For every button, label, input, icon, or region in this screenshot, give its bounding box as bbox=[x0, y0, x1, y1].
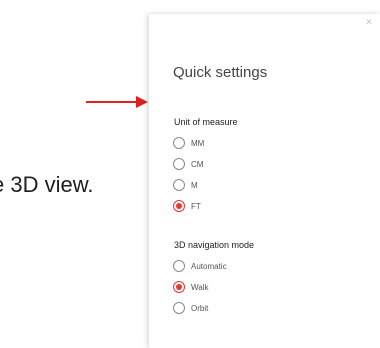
nav-option-automatic[interactable]: Automatic bbox=[173, 258, 227, 274]
radio-label: M bbox=[191, 180, 198, 190]
quick-settings-panel: ✕ Quick settings Unit of measure MM CM M… bbox=[149, 14, 380, 348]
radio-label: Walk bbox=[191, 282, 209, 292]
unit-option-mm[interactable]: MM bbox=[173, 135, 204, 151]
radio-label: Automatic bbox=[191, 261, 227, 271]
radio-label: CM bbox=[191, 159, 204, 169]
nav-option-orbit[interactable]: Orbit bbox=[173, 300, 208, 316]
radio-button[interactable] bbox=[173, 260, 185, 272]
panel-title: Quick settings bbox=[173, 64, 268, 81]
unit-of-measure-heading: Unit of measure bbox=[174, 117, 238, 127]
radio-button-selected[interactable] bbox=[173, 281, 185, 293]
pointer-arrow-line bbox=[86, 101, 138, 103]
radio-button[interactable] bbox=[173, 137, 185, 149]
radio-label: Orbit bbox=[191, 303, 209, 313]
unit-option-cm[interactable]: CM bbox=[173, 156, 203, 172]
radio-label: MM bbox=[191, 138, 205, 148]
unit-option-ft[interactable]: FT bbox=[173, 198, 201, 214]
nav-option-walk[interactable]: Walk bbox=[173, 279, 208, 295]
radio-button-selected[interactable] bbox=[173, 200, 185, 212]
radio-button[interactable] bbox=[173, 158, 185, 170]
body-text-fragment: e 3D view. bbox=[0, 172, 94, 197]
radio-button[interactable] bbox=[173, 179, 185, 191]
screenshot-stage: e 3D view. ✕ Quick settings Unit of meas… bbox=[0, 0, 380, 348]
radio-button[interactable] bbox=[173, 302, 185, 314]
close-icon[interactable]: ✕ bbox=[364, 18, 374, 28]
navigation-mode-heading: 3D navigation mode bbox=[174, 240, 255, 250]
unit-option-m[interactable]: M bbox=[173, 177, 198, 193]
radio-label: FT bbox=[191, 201, 201, 211]
pointer-arrow-head bbox=[136, 96, 148, 108]
